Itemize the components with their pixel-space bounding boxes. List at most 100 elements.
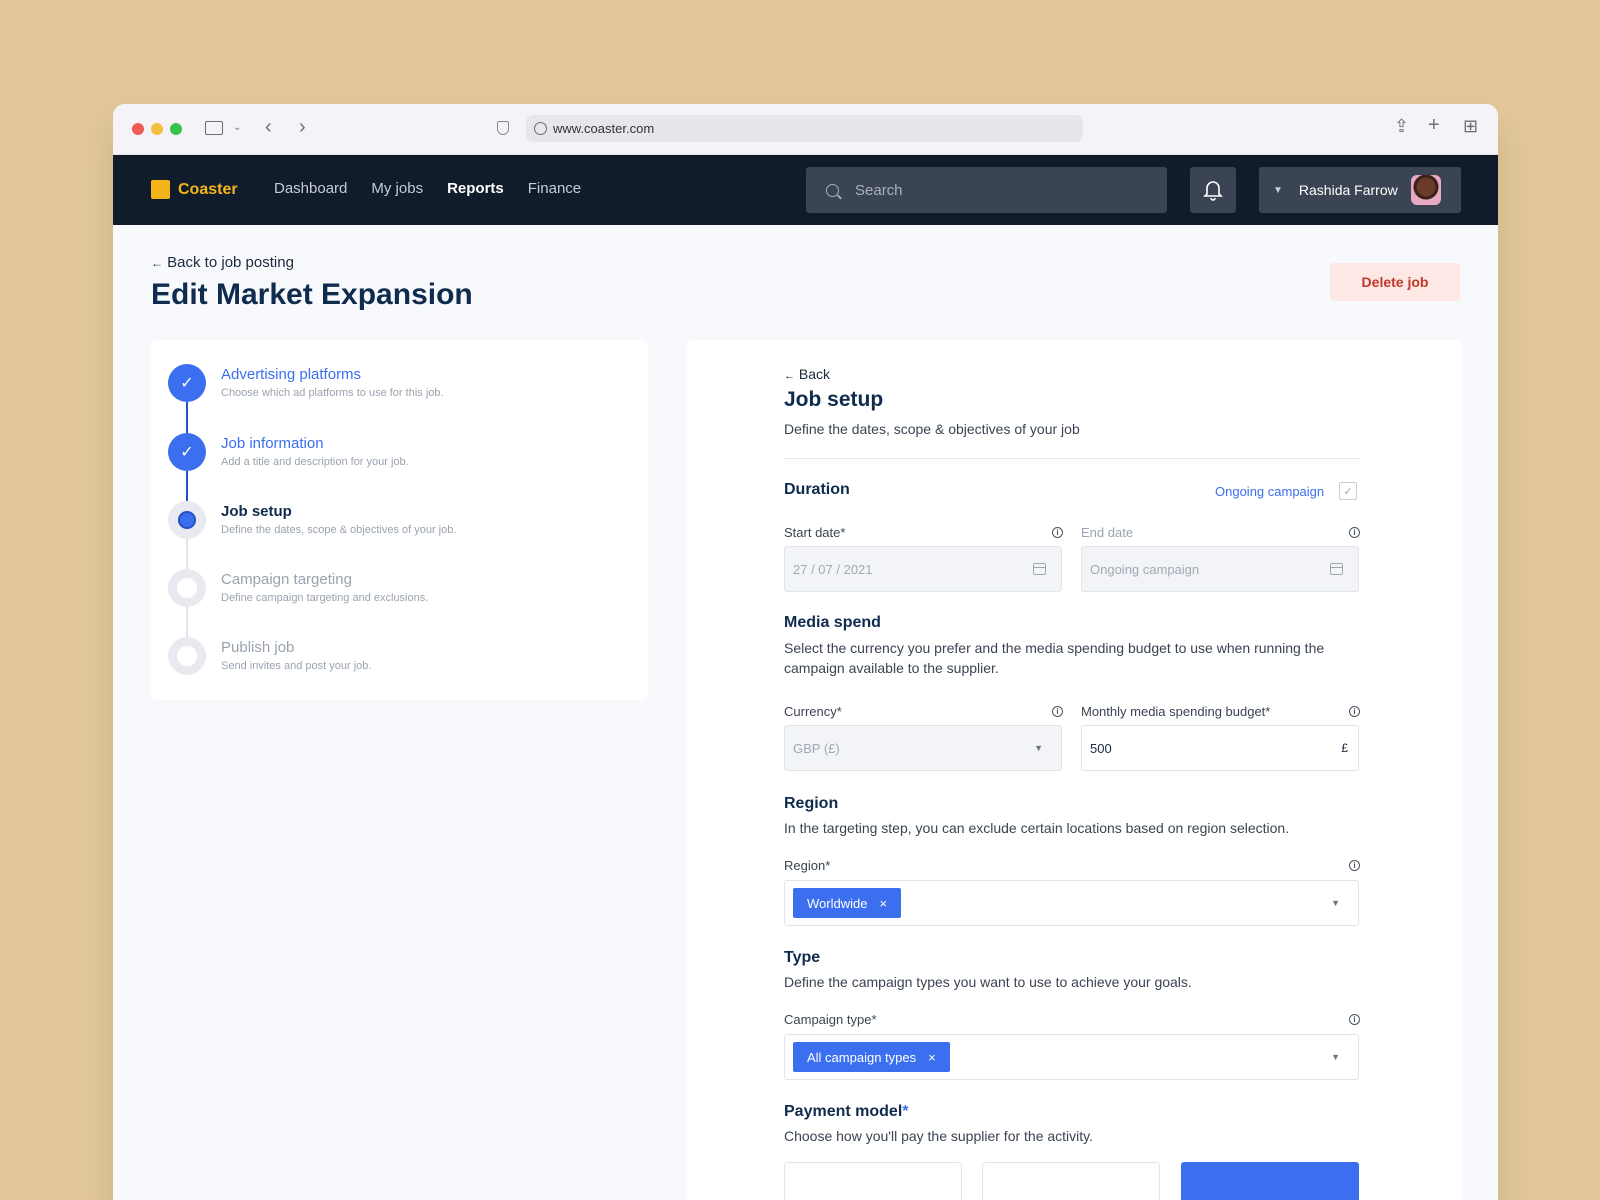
payment-option[interactable] <box>784 1162 962 1200</box>
media-spend-heading: Media spend <box>784 614 881 631</box>
step-campaign-targeting[interactable]: Campaign targeting Define campaign targe… <box>168 569 628 619</box>
app-header: Coaster Dashboard My jobs Reports Financ… <box>113 155 1498 225</box>
tab-overview-icon[interactable]: ⊞ <box>1463 117 1478 135</box>
sidebar-toggle-icon[interactable] <box>205 121 223 135</box>
form-title: Job setup <box>784 388 884 411</box>
step-description: Define campaign targeting and exclusions… <box>221 592 429 604</box>
chevron-down-icon[interactable]: ⌄ <box>233 120 241 136</box>
address-bar[interactable]: www.coaster.com <box>526 115 1083 142</box>
brand-name: Coaster <box>178 180 238 198</box>
region-label: Region* <box>784 858 831 873</box>
close-window-button[interactable] <box>132 123 144 135</box>
search-input[interactable]: Search <box>806 167 1167 213</box>
payment-option[interactable] <box>982 1162 1160 1200</box>
nav-dashboard[interactable]: Dashboard <box>274 180 347 197</box>
step-job-information[interactable]: ✓ Job information Add a title and descri… <box>168 433 628 483</box>
budget-value: 500 <box>1090 740 1112 756</box>
end-date-field[interactable]: Ongoing campaign <box>1081 546 1359 592</box>
calendar-icon <box>1330 563 1343 575</box>
form-back-link[interactable]: ← Back <box>784 366 830 382</box>
required-mark: * <box>902 1103 909 1120</box>
delete-job-button[interactable]: Delete job <box>1330 263 1460 301</box>
info-icon[interactable]: i <box>1349 527 1360 538</box>
budget-label: Monthly media spending budget* <box>1081 704 1271 719</box>
search-placeholder: Search <box>855 181 903 199</box>
currency-unit: £ <box>1341 741 1348 755</box>
ongoing-campaign-label: Ongoing campaign <box>1215 484 1325 499</box>
step-job-setup[interactable]: Job setup Define the dates, scope & obje… <box>168 501 628 551</box>
nav-my-jobs[interactable]: My jobs <box>371 180 423 197</box>
form-subtitle: Define the dates, scope & objectives of … <box>784 421 1080 437</box>
step-title: Publish job <box>221 639 295 656</box>
type-description: Define the campaign types you want to us… <box>784 974 1192 990</box>
user-menu[interactable]: ▼ Rashida Farrow <box>1259 167 1461 213</box>
payment-option-selected[interactable] <box>1181 1162 1359 1200</box>
campaign-type-label: Campaign type* <box>784 1012 877 1027</box>
region-description: In the targeting step, you can exclude c… <box>784 820 1290 836</box>
new-tab-icon[interactable]: + <box>1428 115 1440 135</box>
step-title: Advertising platforms <box>221 366 362 383</box>
pending-step-icon <box>168 569 206 607</box>
shield-icon[interactable] <box>497 121 509 135</box>
share-icon[interactable]: ⇪ <box>1394 117 1409 135</box>
campaign-type-tag: All campaign types × <box>793 1042 950 1072</box>
job-setup-form: ← Back Job setup Define the dates, scope… <box>687 340 1462 1200</box>
remove-tag-icon[interactable]: × <box>928 1050 936 1065</box>
info-icon[interactable]: i <box>1052 527 1063 538</box>
start-date-label: Start date* <box>784 525 846 540</box>
step-title: Campaign targeting <box>221 571 352 588</box>
logo-square-icon <box>151 180 170 199</box>
zoom-window-button[interactable] <box>170 123 182 135</box>
step-title: Job setup <box>221 503 292 520</box>
payment-model-title: Payment model <box>784 1103 903 1120</box>
info-icon[interactable]: i <box>1349 860 1360 871</box>
user-name: Rashida Farrow <box>1298 182 1398 198</box>
start-date-field[interactable]: 27 / 07 / 2021 <box>784 546 1062 592</box>
check-icon: ✓ <box>168 433 206 471</box>
arrow-left-icon: ← <box>151 256 163 270</box>
stepper: ✓ Advertising platforms Choose which ad … <box>151 340 648 700</box>
region-multiselect[interactable]: Worldwide × ▼ <box>784 880 1359 926</box>
step-publish-job[interactable]: Publish job Send invites and post your j… <box>168 637 628 687</box>
minimize-window-button[interactable] <box>151 123 163 135</box>
ongoing-campaign-checkbox[interactable]: ✓ <box>1339 482 1357 500</box>
brand-logo[interactable]: Coaster <box>151 180 238 199</box>
globe-icon <box>534 122 547 135</box>
step-advertising-platforms[interactable]: ✓ Advertising platforms Choose which ad … <box>168 364 628 414</box>
payment-model-description: Choose how you'll pay the supplier for t… <box>784 1128 1094 1144</box>
caret-down-icon: ▼ <box>1331 898 1340 908</box>
currency-select[interactable]: GBP (£) ▼ <box>784 725 1062 771</box>
campaign-type-multiselect[interactable]: All campaign types × ▼ <box>784 1034 1359 1080</box>
search-icon <box>826 183 839 197</box>
campaign-type-tag-label: All campaign types <box>807 1049 917 1065</box>
step-description: Define the dates, scope & objectives of … <box>221 524 457 536</box>
region-tag-label: Worldwide <box>807 895 868 911</box>
form-back-label: Back <box>798 366 831 382</box>
type-heading: Type <box>784 949 821 966</box>
back-to-job-posting-link[interactable]: ← Back to job posting <box>151 254 294 271</box>
end-date-label: End date <box>1081 525 1134 540</box>
remove-tag-icon[interactable]: × <box>879 896 887 911</box>
caret-down-icon: ▼ <box>1034 743 1043 753</box>
nav-reports[interactable]: Reports <box>447 180 504 197</box>
caret-down-icon: ▼ <box>1273 184 1283 196</box>
current-step-icon <box>168 501 206 539</box>
currency-value: GBP (£) <box>793 740 840 756</box>
page-title: Edit Market Expansion <box>151 278 473 311</box>
notifications-button[interactable] <box>1190 167 1236 213</box>
caret-down-icon: ▼ <box>1331 1052 1340 1062</box>
info-icon[interactable]: i <box>1349 1014 1360 1025</box>
budget-input[interactable]: 500 £ <box>1081 725 1359 771</box>
url-text: www.coaster.com <box>553 121 655 136</box>
forward-arrow-icon[interactable]: › <box>299 117 306 137</box>
region-tag: Worldwide × <box>793 888 902 918</box>
info-icon[interactable]: i <box>1052 706 1063 717</box>
region-heading: Region <box>784 795 839 812</box>
end-date-placeholder: Ongoing campaign <box>1090 561 1200 577</box>
step-description: Choose which ad platforms to use for thi… <box>221 387 444 399</box>
nav-finance[interactable]: Finance <box>528 180 581 197</box>
info-icon[interactable]: i <box>1349 706 1360 717</box>
back-arrow-icon[interactable]: ‹ <box>265 117 272 137</box>
calendar-icon <box>1033 563 1046 575</box>
step-description: Add a title and description for your job… <box>221 456 409 468</box>
